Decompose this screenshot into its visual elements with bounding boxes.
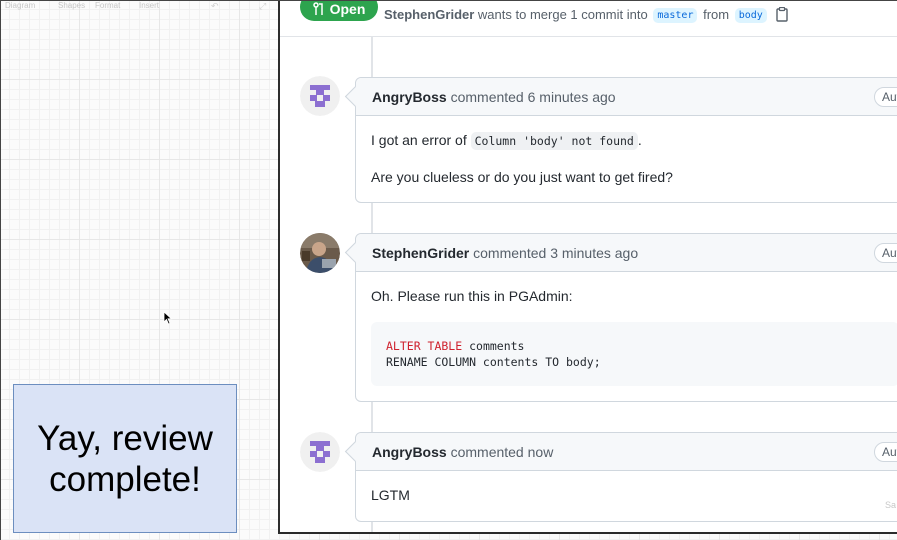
merge-text: wants to merge 1 commit into xyxy=(477,7,648,22)
pr-author-link[interactable]: StephenGrider xyxy=(384,7,474,22)
comment-card: AngryBoss commented now Author LGTM xyxy=(355,432,897,522)
author-badge: Author xyxy=(874,442,897,462)
sql-text: comments xyxy=(462,339,525,353)
comment-timestamp[interactable]: now xyxy=(528,444,554,460)
comment-text-punct: . xyxy=(637,132,642,148)
copy-clipboard-icon[interactable] xyxy=(776,7,789,22)
author-badge: Author xyxy=(874,87,897,107)
comment-header: AngryBoss commented 6 minutes ago Author xyxy=(356,78,897,116)
comment-text: I got an error of xyxy=(371,132,467,148)
from-text: from xyxy=(703,7,730,22)
comment-timestamp[interactable]: 6 minutes ago xyxy=(528,89,616,105)
comment-author-link[interactable]: AngryBoss xyxy=(372,444,447,460)
photo-avatar[interactable] xyxy=(300,233,340,273)
head-branch-label[interactable]: body xyxy=(734,8,767,23)
menu-shapes[interactable]: Shapes xyxy=(58,1,85,11)
identicon-avatar[interactable] xyxy=(300,76,340,116)
author-badge: Author xyxy=(874,243,897,263)
comment-header: StephenGrider commented 3 minutes ago Au… xyxy=(356,234,897,272)
git-pull-request-icon xyxy=(312,1,323,15)
comment-paragraph: Oh. Please run this in PGAdmin: xyxy=(371,288,573,304)
menu-insert[interactable]: Insert xyxy=(139,1,159,11)
comment-paragraph: Are you clueless or do you just want to … xyxy=(371,169,673,185)
menu-bar: Diagram Shapes Format Insert ↶ ⤢ xyxy=(1,1,281,11)
undo-icon[interactable]: ↶ xyxy=(211,1,219,11)
pr-merge-summary: StephenGrider wants to merge 1 commit in… xyxy=(384,7,789,23)
comment-card: AngryBoss commented 6 minutes ago Author… xyxy=(355,77,897,203)
pr-state-label: Open xyxy=(329,1,366,17)
comment-body: Oh. Please run this in PGAdmin: ALTER TA… xyxy=(356,272,897,400)
mouse-pointer-icon xyxy=(163,311,173,325)
comment-action: commented xyxy=(450,89,524,105)
comment-body: LGTM xyxy=(356,471,897,519)
comment-author-link[interactable]: AngryBoss xyxy=(372,89,447,105)
pr-state-badge: Open xyxy=(300,1,378,21)
comment-action: commented xyxy=(450,444,524,460)
sql-text: RENAME COLUMN contents TO body; xyxy=(386,355,601,369)
comment-timestamp[interactable]: 3 minutes ago xyxy=(550,245,638,261)
pr-header: Open StephenGrider wants to merge 1 comm… xyxy=(280,1,897,37)
code-block: ALTER TABLE comments RENAME COLUMN conte… xyxy=(371,322,897,386)
comment-author-link[interactable]: StephenGrider xyxy=(372,245,469,261)
sql-keyword: ALTER TABLE xyxy=(386,339,463,353)
base-branch-label[interactable]: master xyxy=(653,8,698,23)
watermark-text: Sa xyxy=(884,500,896,510)
comment-paragraph: I got an error of Column 'body' not foun… xyxy=(371,130,897,151)
sticky-note-shape[interactable]: Yay, review complete! xyxy=(13,384,237,533)
comment-paragraph: LGTM xyxy=(371,487,410,503)
inline-code: Column 'body' not found xyxy=(470,132,638,150)
comment-card: StephenGrider commented 3 minutes ago Au… xyxy=(355,233,897,402)
comment-header: AngryBoss commented now Author xyxy=(356,433,897,471)
menu-format[interactable]: Format xyxy=(95,1,120,11)
comment-action: commented xyxy=(473,245,547,261)
menu-diagram[interactable]: Diagram xyxy=(5,1,35,11)
comment-body: I got an error of Column 'body' not foun… xyxy=(356,116,897,201)
github-pr-panel: Open StephenGrider wants to merge 1 comm… xyxy=(278,1,897,534)
identicon-avatar[interactable] xyxy=(300,432,340,472)
fullscreen-icon[interactable]: ⤢ xyxy=(259,1,266,11)
